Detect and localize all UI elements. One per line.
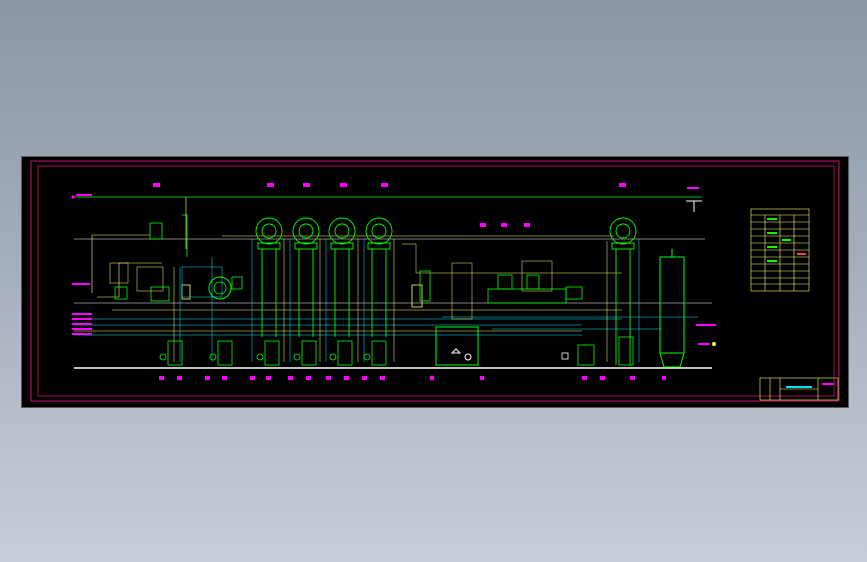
condenser bbox=[411, 260, 583, 320]
process-flow-diagram bbox=[30, 160, 840, 402]
pump-set-3 bbox=[256, 340, 280, 366]
left-inlets bbox=[72, 283, 92, 335]
pump-set-5 bbox=[363, 340, 387, 366]
pump-set-4 bbox=[293, 340, 353, 366]
pump-set-1 bbox=[159, 340, 183, 366]
pump-set-2 bbox=[209, 340, 233, 366]
equipment-table bbox=[750, 208, 810, 292]
title-block bbox=[759, 377, 839, 401]
storage-column bbox=[659, 249, 685, 368]
top-tags bbox=[153, 183, 626, 227]
evaporator-5 bbox=[609, 217, 637, 365]
downcomers bbox=[173, 239, 640, 362]
right-pumps bbox=[561, 336, 634, 366]
central-tank bbox=[435, 326, 479, 366]
bottom-tags bbox=[159, 376, 666, 380]
cad-drawing-sheet[interactable] bbox=[21, 156, 849, 408]
top-header-line bbox=[71, 187, 702, 212]
right-outlets bbox=[696, 324, 716, 346]
